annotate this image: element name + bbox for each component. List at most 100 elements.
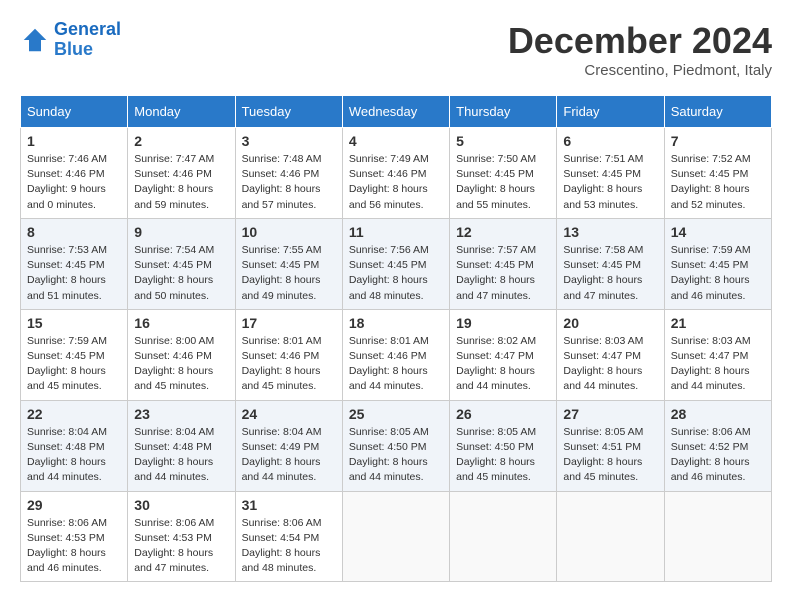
- day-info: Sunrise: 8:01 AMSunset: 4:46 PMDaylight:…: [242, 334, 336, 395]
- calendar-cell-day-21: 21 Sunrise: 8:03 AMSunset: 4:47 PMDayligh…: [664, 309, 771, 400]
- empty-cell: [450, 491, 557, 582]
- location-subtitle: Crescentino, Piedmont, Italy: [508, 62, 772, 79]
- calendar-cell-day-22: 22 Sunrise: 8:04 AMSunset: 4:48 PMDayligh…: [21, 400, 128, 491]
- day-number: 18: [349, 315, 443, 331]
- day-number: 22: [27, 406, 121, 422]
- calendar-cell-day-27: 27 Sunrise: 8:05 AMSunset: 4:51 PMDayligh…: [557, 400, 664, 491]
- day-info: Sunrise: 8:05 AMSunset: 4:51 PMDaylight:…: [563, 425, 657, 486]
- calendar-cell-day-13: 13 Sunrise: 7:58 AMSunset: 4:45 PMDayligh…: [557, 218, 664, 309]
- day-info: Sunrise: 7:48 AMSunset: 4:46 PMDaylight:…: [242, 152, 336, 213]
- calendar-cell-day-24: 24Sunrise: 8:04 AMSunset: 4:49 PMDayligh…: [235, 400, 342, 491]
- day-info: Sunrise: 7:54 AMSunset: 4:45 PMDaylight:…: [134, 243, 228, 304]
- day-info: Sunrise: 8:04 AMSunset: 4:48 PMDaylight:…: [27, 425, 121, 486]
- day-info: Sunrise: 8:04 AMSunset: 4:48 PMDaylight:…: [134, 425, 228, 486]
- calendar-cell-day-19: 19 Sunrise: 8:02 AMSunset: 4:47 PMDayligh…: [450, 309, 557, 400]
- day-info: Sunrise: 8:06 AMSunset: 4:54 PMDaylight:…: [242, 516, 336, 577]
- day-info: Sunrise: 8:03 AMSunset: 4:47 PMDaylight:…: [671, 334, 765, 395]
- day-number: 7: [671, 133, 765, 149]
- day-number: 23: [134, 406, 228, 422]
- day-number: 26: [456, 406, 550, 422]
- day-info: Sunrise: 7:53 AMSunset: 4:45 PMDaylight:…: [27, 243, 121, 304]
- day-info: Sunrise: 7:57 AMSunset: 4:45 PMDaylight:…: [456, 243, 550, 304]
- day-number: 25: [349, 406, 443, 422]
- calendar-cell-day-23: 23 Sunrise: 8:04 AMSunset: 4:48 PMDayligh…: [128, 400, 235, 491]
- calendar-cell-day-29: 29 Sunrise: 8:06 AMSunset: 4:53 PMDayligh…: [21, 491, 128, 582]
- calendar-cell-day-16: 16Sunrise: 8:00 AMSunset: 4:46 PMDayligh…: [128, 309, 235, 400]
- calendar-cell-day-31: 31Sunrise: 8:06 AMSunset: 4:54 PMDayligh…: [235, 491, 342, 582]
- day-info: Sunrise: 7:52 AMSunset: 4:45 PMDaylight:…: [671, 152, 765, 213]
- calendar-week-5: 29 Sunrise: 8:06 AMSunset: 4:53 PMDayligh…: [21, 491, 772, 582]
- day-info: Sunrise: 7:55 AMSunset: 4:45 PMDaylight:…: [242, 243, 336, 304]
- calendar-week-3: 15Sunrise: 7:59 AMSunset: 4:45 PMDayligh…: [21, 309, 772, 400]
- day-number: 5: [456, 133, 550, 149]
- day-number: 12: [456, 224, 550, 240]
- calendar-table: SundayMondayTuesdayWednesdayThursdayFrid…: [20, 95, 772, 582]
- day-number: 10: [242, 224, 336, 240]
- day-number: 1: [27, 133, 121, 149]
- day-number: 20: [563, 315, 657, 331]
- calendar-cell-day-2: 2 Sunrise: 7:47 AMSunset: 4:46 PMDaylight…: [128, 128, 235, 219]
- logo: General Blue: [20, 20, 121, 60]
- page-header: General Blue December 2024 Crescentino, …: [20, 20, 772, 79]
- calendar-cell-day-9: 9 Sunrise: 7:54 AMSunset: 4:45 PMDaylight…: [128, 218, 235, 309]
- calendar-cell-day-15: 15Sunrise: 7:59 AMSunset: 4:45 PMDayligh…: [21, 309, 128, 400]
- day-info: Sunrise: 7:59 AMSunset: 4:45 PMDaylight:…: [671, 243, 765, 304]
- calendar-cell-day-12: 12 Sunrise: 7:57 AMSunset: 4:45 PMDayligh…: [450, 218, 557, 309]
- day-number: 28: [671, 406, 765, 422]
- calendar-cell-day-7: 7 Sunrise: 7:52 AMSunset: 4:45 PMDaylight…: [664, 128, 771, 219]
- calendar-cell-day-20: 20 Sunrise: 8:03 AMSunset: 4:47 PMDayligh…: [557, 309, 664, 400]
- day-info: Sunrise: 7:49 AMSunset: 4:46 PMDaylight:…: [349, 152, 443, 213]
- calendar-cell-day-6: 6 Sunrise: 7:51 AMSunset: 4:45 PMDaylight…: [557, 128, 664, 219]
- day-number: 13: [563, 224, 657, 240]
- day-info: Sunrise: 8:00 AMSunset: 4:46 PMDaylight:…: [134, 334, 228, 395]
- day-number: 24: [242, 406, 336, 422]
- logo-text: General Blue: [54, 20, 121, 60]
- calendar-cell-day-4: 4 Sunrise: 7:49 AMSunset: 4:46 PMDaylight…: [342, 128, 449, 219]
- empty-cell: [664, 491, 771, 582]
- column-header-thursday: Thursday: [450, 96, 557, 128]
- day-number: 9: [134, 224, 228, 240]
- day-number: 30: [134, 497, 228, 513]
- day-number: 19: [456, 315, 550, 331]
- day-info: Sunrise: 8:06 AMSunset: 4:53 PMDaylight:…: [134, 516, 228, 577]
- day-info: Sunrise: 7:47 AMSunset: 4:46 PMDaylight:…: [134, 152, 228, 213]
- calendar-cell-day-17: 17 Sunrise: 8:01 AMSunset: 4:46 PMDayligh…: [235, 309, 342, 400]
- logo-line1: General: [54, 19, 121, 39]
- column-header-monday: Monday: [128, 96, 235, 128]
- day-number: 4: [349, 133, 443, 149]
- calendar-week-2: 8Sunrise: 7:53 AMSunset: 4:45 PMDaylight…: [21, 218, 772, 309]
- day-number: 15: [27, 315, 121, 331]
- day-number: 21: [671, 315, 765, 331]
- logo-icon: [20, 25, 50, 55]
- day-info: Sunrise: 8:02 AMSunset: 4:47 PMDaylight:…: [456, 334, 550, 395]
- day-info: Sunrise: 8:03 AMSunset: 4:47 PMDaylight:…: [563, 334, 657, 395]
- calendar-cell-day-1: 1Sunrise: 7:46 AMSunset: 4:46 PMDaylight…: [21, 128, 128, 219]
- calendar-cell-day-14: 14 Sunrise: 7:59 AMSunset: 4:45 PMDayligh…: [664, 218, 771, 309]
- day-number: 14: [671, 224, 765, 240]
- day-info: Sunrise: 7:58 AMSunset: 4:45 PMDaylight:…: [563, 243, 657, 304]
- day-number: 17: [242, 315, 336, 331]
- calendar-week-4: 22 Sunrise: 8:04 AMSunset: 4:48 PMDayligh…: [21, 400, 772, 491]
- calendar-cell-day-25: 25Sunrise: 8:05 AMSunset: 4:50 PMDayligh…: [342, 400, 449, 491]
- empty-cell: [342, 491, 449, 582]
- day-number: 3: [242, 133, 336, 149]
- day-info: Sunrise: 8:06 AMSunset: 4:53 PMDaylight:…: [27, 516, 121, 577]
- calendar-cell-day-18: 18Sunrise: 8:01 AMSunset: 4:46 PMDayligh…: [342, 309, 449, 400]
- day-info: Sunrise: 8:06 AMSunset: 4:52 PMDaylight:…: [671, 425, 765, 486]
- column-header-tuesday: Tuesday: [235, 96, 342, 128]
- calendar-cell-day-3: 3 Sunrise: 7:48 AMSunset: 4:46 PMDaylight…: [235, 128, 342, 219]
- day-number: 29: [27, 497, 121, 513]
- calendar-cell-day-11: 11Sunrise: 7:56 AMSunset: 4:45 PMDayligh…: [342, 218, 449, 309]
- day-number: 2: [134, 133, 228, 149]
- column-header-saturday: Saturday: [664, 96, 771, 128]
- column-header-friday: Friday: [557, 96, 664, 128]
- calendar-cell-day-5: 5Sunrise: 7:50 AMSunset: 4:45 PMDaylight…: [450, 128, 557, 219]
- column-header-wednesday: Wednesday: [342, 96, 449, 128]
- day-info: Sunrise: 7:51 AMSunset: 4:45 PMDaylight:…: [563, 152, 657, 213]
- calendar-cell-day-8: 8Sunrise: 7:53 AMSunset: 4:45 PMDaylight…: [21, 218, 128, 309]
- title-block: December 2024 Crescentino, Piedmont, Ita…: [508, 20, 772, 79]
- day-number: 27: [563, 406, 657, 422]
- day-number: 6: [563, 133, 657, 149]
- day-number: 11: [349, 224, 443, 240]
- calendar-header-row: SundayMondayTuesdayWednesdayThursdayFrid…: [21, 96, 772, 128]
